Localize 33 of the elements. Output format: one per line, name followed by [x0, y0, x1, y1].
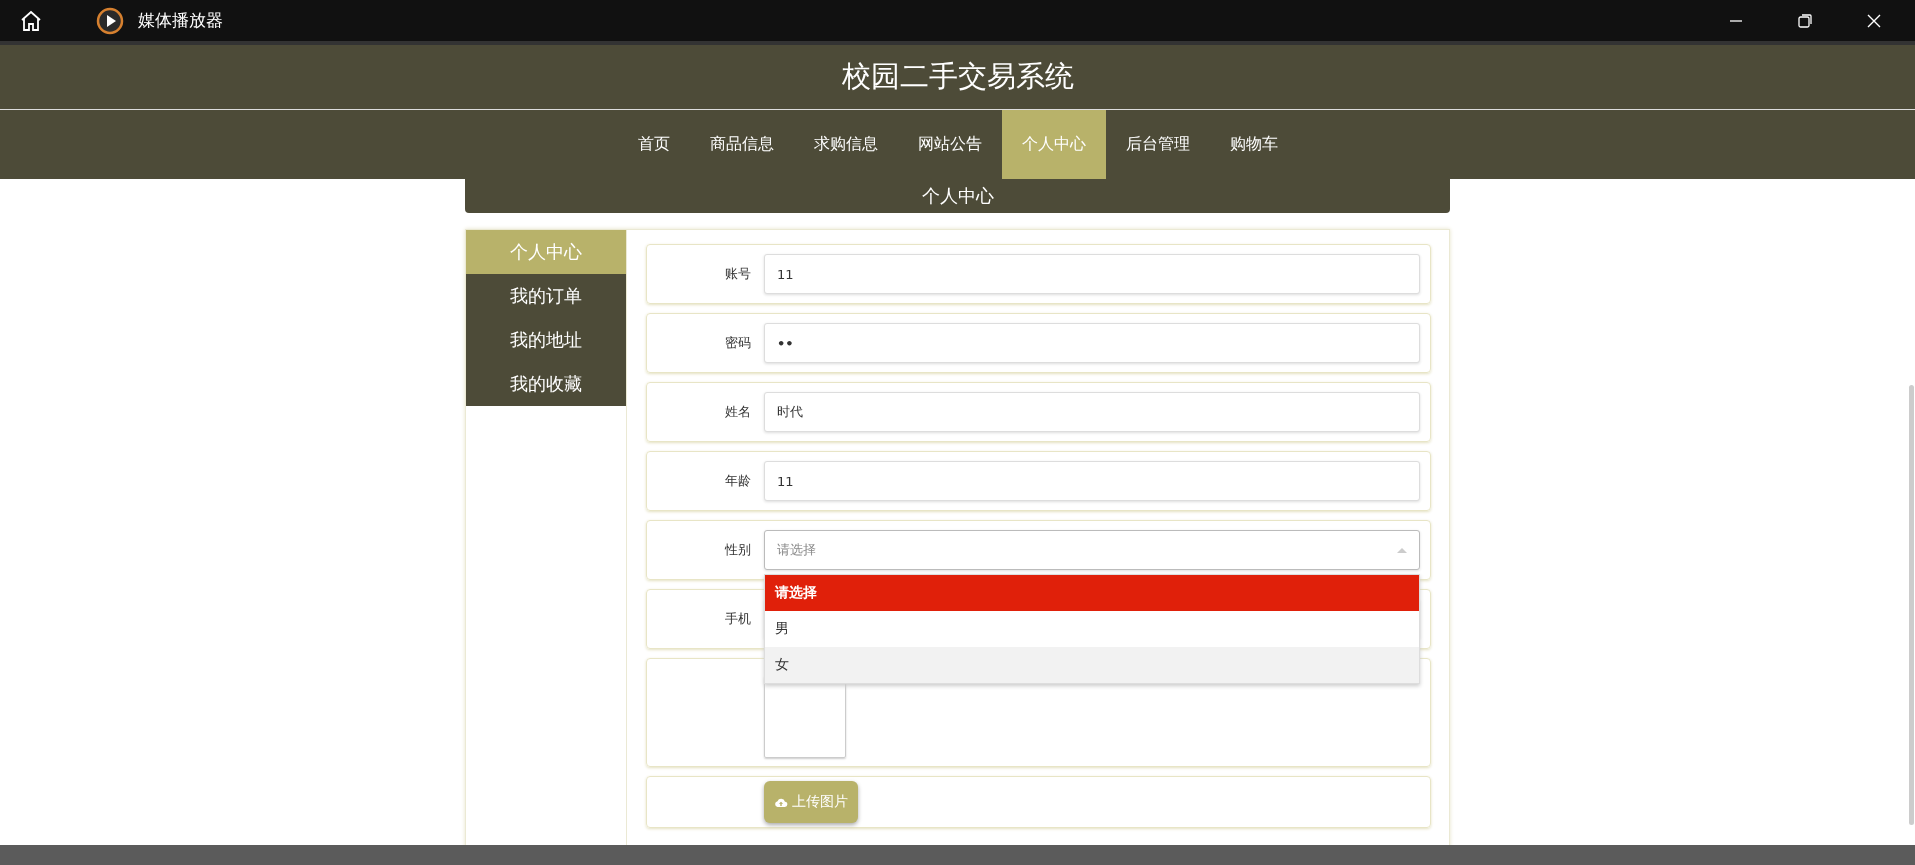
nav-link[interactable]: 首页: [617, 110, 690, 179]
restore-icon[interactable]: [1797, 12, 1813, 29]
nav-link[interactable]: 求购信息: [793, 110, 898, 179]
sidebar-item[interactable]: 我的收藏: [466, 362, 626, 406]
home-icon[interactable]: [19, 8, 43, 33]
select-field[interactable]: 请选择: [764, 530, 1420, 570]
input-field[interactable]: 11: [764, 461, 1420, 501]
dropdown-option[interactable]: 请选择: [765, 575, 1419, 611]
field-label: 密码: [724, 334, 752, 352]
scrollbar[interactable]: [1909, 385, 1914, 825]
window-title: 媒体播放器: [138, 9, 223, 32]
nav-link[interactable]: 商品信息: [689, 110, 794, 179]
close-icon[interactable]: [1866, 12, 1882, 29]
dropdown-option[interactable]: 女: [765, 647, 1419, 683]
caret-icon: [1397, 547, 1407, 553]
input-field[interactable]: 时代: [764, 392, 1420, 432]
section-title: 个人中心: [921, 184, 994, 208]
field-label: 手机: [724, 610, 752, 628]
nav-link[interactable]: 购物车: [1209, 110, 1298, 179]
site-title: 校园二手交易系统: [841, 58, 1074, 95]
sidebar-item[interactable]: 我的订单: [466, 274, 626, 318]
play-icon: [96, 6, 124, 35]
cloud-upload-icon: [774, 796, 788, 808]
field-label: 账号: [724, 265, 752, 283]
nav-link[interactable]: 后台管理: [1105, 110, 1210, 179]
sidebar-item[interactable]: 我的地址: [466, 318, 626, 362]
password-field[interactable]: ••: [764, 323, 1420, 363]
input-field[interactable]: 11: [764, 254, 1420, 294]
field-label: 性别: [724, 541, 752, 559]
field-label: 年龄: [724, 472, 752, 490]
dropdown-option[interactable]: 男: [765, 611, 1419, 647]
nav-link[interactable]: 网站公告: [897, 110, 1002, 179]
field-label: 姓名: [724, 403, 752, 421]
